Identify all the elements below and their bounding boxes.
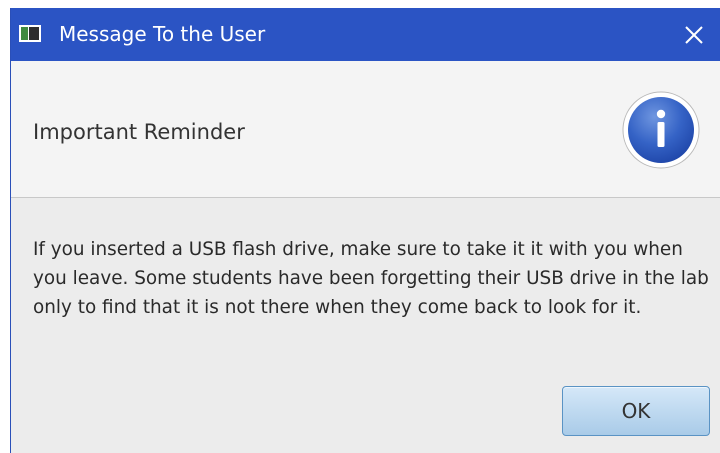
message-text: If you inserted a USB flash drive, make … bbox=[33, 239, 709, 318]
window-title: Message To the User bbox=[59, 22, 266, 46]
message-dialog: Message To the User Important Reminder I… bbox=[10, 8, 720, 453]
header-text: Important Reminder bbox=[33, 120, 245, 144]
close-icon bbox=[685, 25, 703, 44]
title-bar[interactable]: Message To the User bbox=[11, 8, 720, 61]
dialog-header: Important Reminder bbox=[11, 61, 720, 198]
close-button[interactable] bbox=[668, 8, 720, 61]
page: Message To the User Important Reminder I… bbox=[0, 0, 720, 453]
info-icon bbox=[622, 91, 700, 169]
ok-button[interactable]: OK bbox=[562, 386, 710, 436]
app-window-icon bbox=[19, 25, 41, 42]
